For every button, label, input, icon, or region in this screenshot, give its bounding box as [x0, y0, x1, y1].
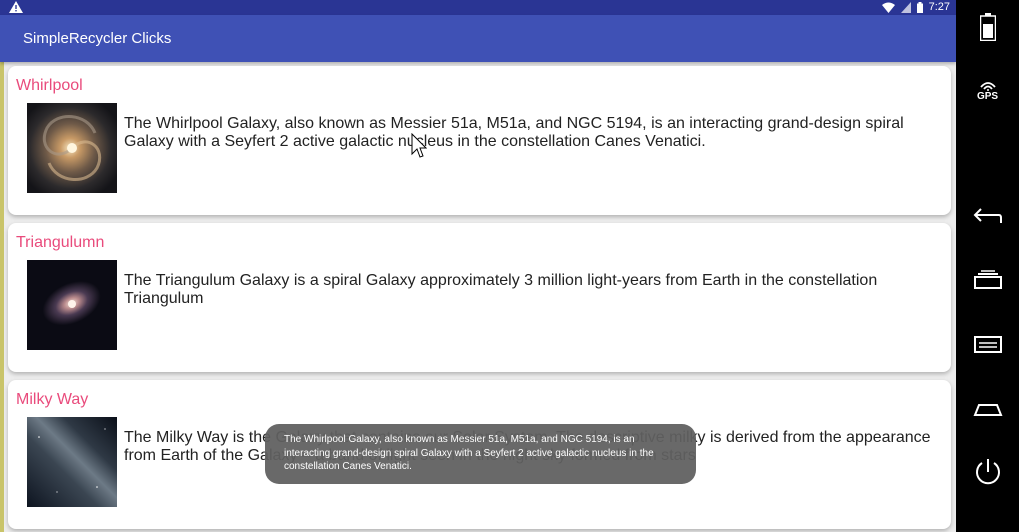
menu-icon — [973, 336, 1002, 353]
gps-icon — [979, 81, 996, 91]
menu-button[interactable] — [956, 330, 1019, 358]
wifi-icon — [881, 2, 895, 13]
power-button[interactable] — [956, 455, 1019, 489]
card-title: Triangulumn — [16, 234, 105, 251]
mouse-cursor-icon — [411, 133, 427, 158]
home-icon — [973, 404, 1002, 416]
screen-edge — [0, 62, 4, 532]
warning-icon — [9, 1, 23, 13]
status-bar: 7:27 — [0, 0, 956, 15]
card-description: The Triangulum Galaxy is a spiral Galaxy… — [124, 272, 878, 307]
toast-message: The Whirlpool Galaxy, also known as Mess… — [265, 424, 696, 484]
app-title: SimpleRecycler Clicks — [23, 30, 172, 47]
triangulum-galaxy-image — [27, 260, 117, 350]
list-item-whirlpool[interactable]: Whirlpool The Whirlpool Galaxy, also kno… — [8, 66, 951, 215]
status-time: 7:27 — [928, 1, 950, 13]
power-icon — [975, 459, 1000, 485]
list-item-triangulum[interactable]: Triangulumn The Triangulum Galaxy is a s… — [8, 223, 951, 372]
app-bar: SimpleRecycler Clicks — [0, 15, 956, 62]
battery-icon — [916, 2, 923, 13]
emulator-screen: 7:27 SimpleRecycler Clicks Whirlpool The… — [0, 0, 956, 532]
card-title: Milky Way — [16, 391, 89, 408]
signal-icon — [900, 2, 911, 13]
home-button[interactable] — [956, 394, 1019, 422]
battery-icon — [979, 13, 996, 41]
milky-way-image — [27, 417, 117, 507]
recent-apps-button[interactable] — [956, 266, 1019, 294]
whirlpool-galaxy-image — [27, 103, 117, 193]
back-icon — [973, 208, 1002, 223]
gps-button[interactable]: GPS — [956, 77, 1019, 105]
gps-label: GPS — [976, 90, 999, 102]
battery-button[interactable] — [956, 12, 1019, 42]
card-description: The Whirlpool Galaxy, also known as Mess… — [124, 115, 904, 150]
recent-apps-icon — [973, 270, 1002, 289]
card-title: Whirlpool — [16, 77, 83, 94]
back-button[interactable] — [956, 202, 1019, 230]
emulator-side-bar: GPS — [956, 0, 1019, 532]
